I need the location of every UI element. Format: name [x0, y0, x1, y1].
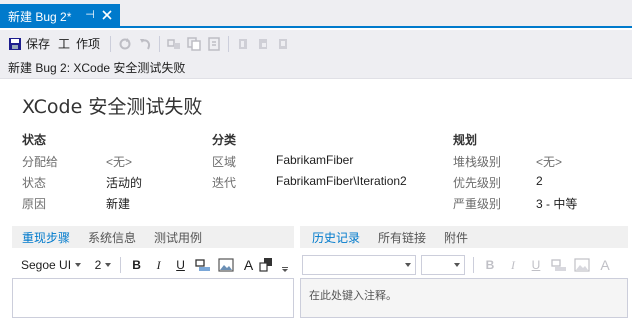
toolbar-separator	[110, 35, 112, 52]
first-page-icon[interactable]	[235, 36, 251, 52]
form-title: 新建 Bug 2: XCode 安全测试失败	[8, 61, 186, 75]
priority-field[interactable]: 2	[536, 174, 543, 188]
format-separator	[120, 257, 122, 273]
italic-button-right[interactable]: I	[505, 257, 521, 273]
right-format-toolbar: B I U A	[302, 252, 628, 278]
font-name-value: Segoe UI	[21, 258, 72, 272]
area-label: 区域	[212, 155, 237, 169]
priority-label: 优先级别	[453, 176, 502, 190]
font-color-icon[interactable]: A	[241, 257, 256, 273]
close-icon[interactable]	[100, 8, 114, 22]
font-size-value: 2	[94, 258, 102, 272]
highlight-icon[interactable]	[258, 257, 274, 273]
work-item-tools-button[interactable]: 工 作项	[58, 34, 100, 54]
work-item-toolbar: 保存 工 作项	[0, 30, 632, 57]
font-name-select[interactable]: Segoe UI	[16, 255, 86, 275]
reason-label: 原因	[22, 197, 47, 211]
left-pane-tabs: 重现步骤 系统信息 测试用例	[12, 226, 294, 248]
chevron-down-icon	[454, 263, 460, 267]
tab-repro-steps[interactable]: 重现步骤	[22, 229, 70, 246]
tab-attachments[interactable]: 附件	[444, 229, 468, 246]
insert-image-icon[interactable]	[218, 257, 234, 273]
status-section-heading: 状态	[22, 133, 47, 147]
reason-field[interactable]: 新建	[106, 195, 130, 212]
work-item-title[interactable]: XCode 安全测试失败	[22, 92, 202, 119]
font-name-select-right[interactable]	[302, 255, 416, 275]
classification-section-heading: 分类	[212, 133, 237, 147]
pin-icon[interactable]: ⊣	[83, 8, 97, 22]
link-icon[interactable]	[166, 36, 182, 52]
format-separator	[473, 257, 474, 273]
chevron-down-icon	[405, 263, 411, 267]
toolbar-separator	[228, 35, 230, 52]
stack-rank-field[interactable]: <无>	[536, 153, 562, 170]
severity-label: 严重级别	[453, 197, 502, 211]
left-format-toolbar: Segoe UI 2 B I U A	[16, 252, 296, 278]
font-size-select-right[interactable]	[421, 255, 465, 275]
repro-steps-editor[interactable]	[12, 278, 294, 318]
tab-test-cases[interactable]: 测试用例	[154, 229, 202, 246]
iteration-label: 迭代	[212, 176, 237, 190]
chevron-down-icon	[74, 263, 81, 267]
bold-button[interactable]: B	[129, 257, 144, 273]
tab-system-info[interactable]: 系统信息	[88, 229, 136, 246]
font-color-glyph-right: A	[600, 257, 610, 273]
insert-image-icon[interactable]	[574, 257, 590, 273]
document-tab[interactable]: 新建 Bug 2* ⊣	[0, 4, 120, 28]
document-tab-title: 新建 Bug 2*	[8, 9, 72, 24]
area-field[interactable]: FabrikamFiber	[276, 153, 353, 167]
underline-button-right[interactable]: U	[528, 257, 544, 273]
document-tab-strip: 新建 Bug 2* ⊣	[0, 0, 632, 28]
assigned-to-label: 分配给	[22, 155, 59, 169]
insert-hyperlink-icon[interactable]	[551, 257, 567, 273]
tab-history[interactable]: 历史记录	[312, 229, 360, 246]
copy-icon[interactable]	[186, 36, 202, 52]
tab-all-links[interactable]: 所有链接	[378, 229, 426, 246]
save-icon	[9, 37, 21, 50]
stack-rank-label: 堆栈级别	[453, 155, 502, 169]
assigned-to-field[interactable]: <无>	[106, 153, 132, 170]
state-label: 状态	[22, 176, 47, 190]
save-label: 保存	[26, 37, 51, 51]
print-icon[interactable]	[255, 36, 271, 52]
right-pane-tabs: 历史记录 所有链接 附件	[300, 226, 628, 248]
toolbar-separator	[159, 35, 161, 52]
bold-button-right[interactable]: B	[482, 257, 498, 273]
font-color-glyph: A	[243, 257, 254, 273]
italic-button[interactable]: I	[151, 257, 166, 273]
severity-field[interactable]: 3 - 中等	[536, 195, 577, 212]
iteration-field[interactable]: FabrikamFiber\Iteration2	[276, 174, 407, 188]
save-button[interactable]: 保存	[8, 34, 50, 54]
form-title-bar: 新建 Bug 2: XCode 安全测试失败	[0, 57, 632, 79]
open-in-browser-icon[interactable]	[275, 36, 291, 52]
font-size-select[interactable]: 2	[90, 255, 117, 275]
work-item-tools-label: 作项	[76, 37, 101, 51]
refresh-icon[interactable]	[117, 36, 133, 52]
new-linked-item-icon[interactable]	[206, 36, 222, 52]
history-comment-editor[interactable]: 在此处键入注释。	[300, 278, 628, 318]
font-color-icon[interactable]: A	[597, 257, 613, 273]
chevron-down-icon	[105, 263, 112, 267]
underline-button[interactable]: U	[173, 257, 188, 273]
insert-hyperlink-icon[interactable]	[195, 257, 211, 273]
comment-placeholder: 在此处键入注释。	[309, 290, 397, 302]
state-field[interactable]: 活动的	[106, 174, 142, 191]
toolbar-overflow-icon[interactable]	[281, 257, 289, 273]
planning-section-heading: 规划	[453, 133, 478, 147]
undo-icon[interactable]	[137, 36, 153, 52]
tools-glyph: 工	[58, 37, 71, 51]
